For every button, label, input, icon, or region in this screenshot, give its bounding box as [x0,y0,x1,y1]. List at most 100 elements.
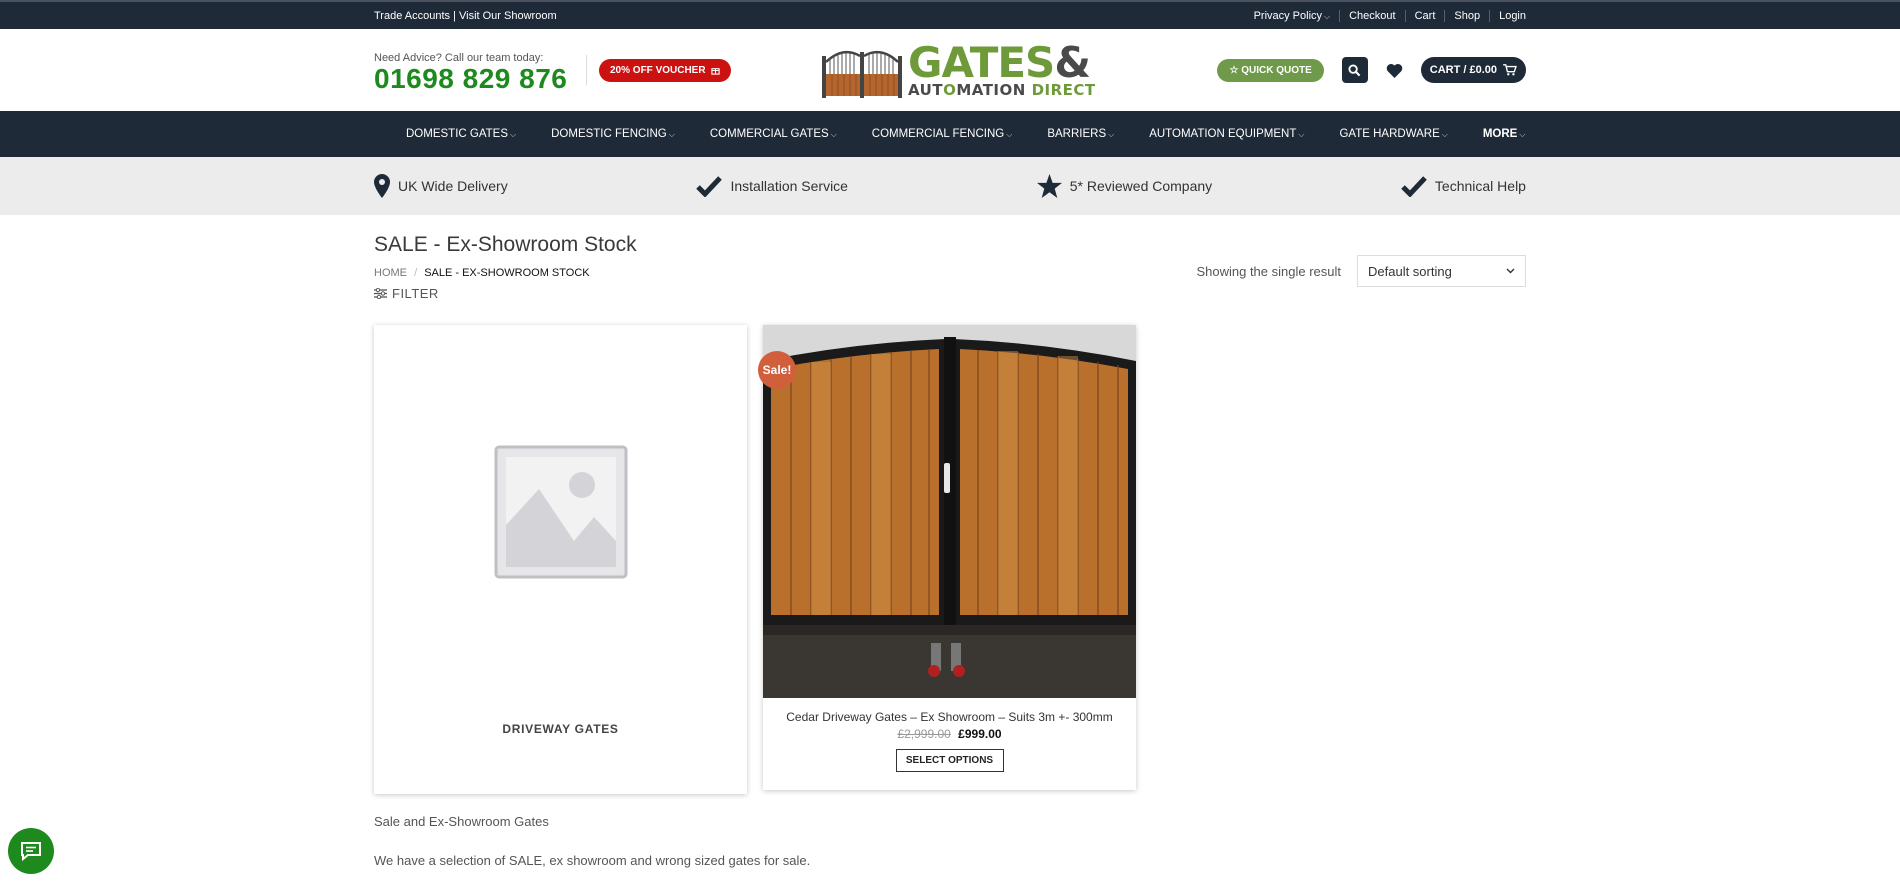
feature-label: UK Wide Delivery [398,178,508,194]
logo-sub-part2: MATION [956,81,1026,99]
sale-price: £999.00 [958,727,1002,741]
select-options-button[interactable]: SELECT OPTIONS [895,749,1004,772]
trade-accounts-link[interactable]: Trade Accounts | Visit Our Showroom [374,10,557,22]
nav-more[interactable]: MORE ⌵ [1483,128,1526,140]
checkmark-icon [696,176,723,197]
main-content: SALE - Ex-Showroom Stock HOME / SALE - E… [0,215,1900,868]
cedar-gate-photo [763,325,1136,698]
logo-subtitle: AUTOMATION DIRECT [908,81,1096,99]
nav-label: BARRIERS [1047,128,1107,140]
breadcrumb-separator: / [414,267,418,279]
chat-bubble-icon [21,842,41,861]
quick-quote-button[interactable]: ☆ QUICK QUOTE [1217,58,1324,82]
product-price: £2,999.00 £999.00 [763,727,1136,741]
category-description-heading: Sale and Ex-Showroom Gates [374,814,549,829]
feature-technical-help: Technical Help [1401,175,1526,197]
nav-label: GATE HARDWARE [1339,128,1440,140]
gate-logo-icon [822,44,902,98]
nav-commercial-gates[interactable]: COMMERCIAL GATES ⌵ [710,128,837,140]
star-outline-icon: ☆ [1229,64,1239,76]
phone-number[interactable]: 01698 829 876 [374,64,574,94]
chevron-down-icon: ⌵ [1006,130,1013,139]
chevron-down-icon: ⌵ [830,130,837,139]
header-actions: ☆ QUICK QUOTE CART / £0.00 [1217,57,1526,83]
top-links: Privacy Policy ⌵ Checkout Cart Shop Login [1245,9,1526,22]
logo-title: GATES& [908,42,1096,84]
logo-sub-part1: AUT [908,81,944,99]
site-logo[interactable]: GATES& AUTOMATION DIRECT [822,42,1096,100]
result-count: Showing the single result [1196,263,1341,279]
chevron-down-icon: ⌵ [668,130,675,139]
nav-label: DOMESTIC FENCING [551,128,667,140]
sort-select[interactable]: Default sorting [1357,255,1526,287]
placeholder-image [374,325,747,698]
main-nav: DOMESTIC GATES ⌵ DOMESTIC FENCING ⌵ COMMER… [0,111,1900,157]
feature-label: Technical Help [1434,178,1526,194]
logo-amp-text: & [1054,38,1091,87]
nav-gate-hardware[interactable]: GATE HARDWARE ⌵ [1339,128,1447,140]
nav-automation-equipment[interactable]: AUTOMATION EQUIPMENT ⌵ [1149,128,1304,140]
privacy-policy-link[interactable]: Privacy Policy ⌵ [1245,10,1340,22]
filter-sliders-icon [374,288,387,299]
chat-button[interactable] [8,828,54,874]
nav-label: MORE [1482,128,1518,140]
feature-label: 5* Reviewed Company [1069,178,1213,194]
breadcrumb-home[interactable]: HOME [374,267,407,279]
filter-button[interactable]: FILTER [374,286,1526,301]
cart-label: CART / £0.00 [1429,64,1497,76]
feature-label: Installation Service [730,178,848,194]
login-link[interactable]: Login [1489,9,1526,22]
nav-domestic-fencing[interactable]: DOMESTIC FENCING ⌵ [551,128,675,140]
checkmark-icon [1401,176,1427,197]
privacy-policy-label: Privacy Policy [1253,9,1323,22]
logo-gates-text: GATES [908,38,1055,87]
old-price: £2,999.00 [897,727,951,741]
advice-block: Need Advice? Call our team today: 01698 … [374,46,574,94]
site-header: Need Advice? Call our team today: 01698 … [0,29,1900,111]
nav-commercial-fencing[interactable]: COMMERCIAL FENCING ⌵ [872,128,1013,140]
chevron-down-icon: ⌵ [1108,130,1115,139]
category-card[interactable]: DRIVEWAY GATES [374,325,747,794]
map-pin-icon [374,174,390,198]
sort-value: Default sorting [1368,263,1452,279]
product-image[interactable] [763,325,1136,698]
nav-label: COMMERCIAL GATES [709,128,829,140]
quick-quote-label: QUICK QUOTE [1241,64,1312,76]
nav-label: AUTOMATION EQUIPMENT [1149,128,1297,140]
features-bar: UK Wide Delivery Installation Service 5*… [0,157,1900,215]
voucher-button[interactable]: 20% OFF VOUCHER [599,58,731,82]
gift-icon [710,67,720,75]
shop-link[interactable]: Shop [1444,9,1489,22]
filter-label: FILTER [392,286,439,301]
cart-link[interactable]: Cart [1404,9,1445,22]
feature-installation: Installation Service [696,175,848,197]
breadcrumb-current: SALE - EX-SHOWROOM STOCK [424,267,590,279]
chevron-down-icon: ⌵ [1298,130,1305,139]
page-title: SALE - Ex-Showroom Stock [374,233,637,256]
feature-delivery: UK Wide Delivery [374,174,508,198]
category-title[interactable]: DRIVEWAY GATES [374,722,747,736]
product-name[interactable]: Cedar Driveway Gates – Ex Showroom – Sui… [763,710,1136,724]
voucher-label: 20% OFF VOUCHER [610,64,706,76]
cart-button[interactable]: CART / £0.00 [1420,57,1526,83]
search-button[interactable] [1341,57,1368,83]
feature-reviewed: 5* Reviewed Company [1036,174,1213,198]
sale-badge: Sale! [758,351,796,389]
chevron-down-icon: ⌵ [1441,130,1448,139]
logo-text: GATES& AUTOMATION DIRECT [908,42,1096,100]
cart-icon [1503,64,1517,76]
chevron-down-icon: ⌵ [1324,11,1331,21]
top-bar: Trade Accounts | Visit Our Showroom Priv… [0,0,1900,29]
wishlist-heart-icon[interactable] [1386,63,1403,78]
image-placeholder-icon [494,445,627,578]
product-card[interactable]: Sale! Cedar Driveway Gates – Ex Showroom… [758,325,1136,790]
category-description-text: We have a selection of SALE, ex showroom… [374,853,811,868]
nav-label: COMMERCIAL FENCING [871,128,1005,140]
logo-sub-direct: DIRECT [1031,81,1096,99]
divider [586,55,587,85]
nav-domestic-gates[interactable]: DOMESTIC GATES ⌵ [406,128,516,140]
checkout-link[interactable]: Checkout [1339,9,1404,22]
chevron-down-icon: ⌵ [510,130,517,139]
nav-barriers[interactable]: BARRIERS ⌵ [1047,128,1114,140]
nav-label: DOMESTIC GATES [406,128,509,140]
